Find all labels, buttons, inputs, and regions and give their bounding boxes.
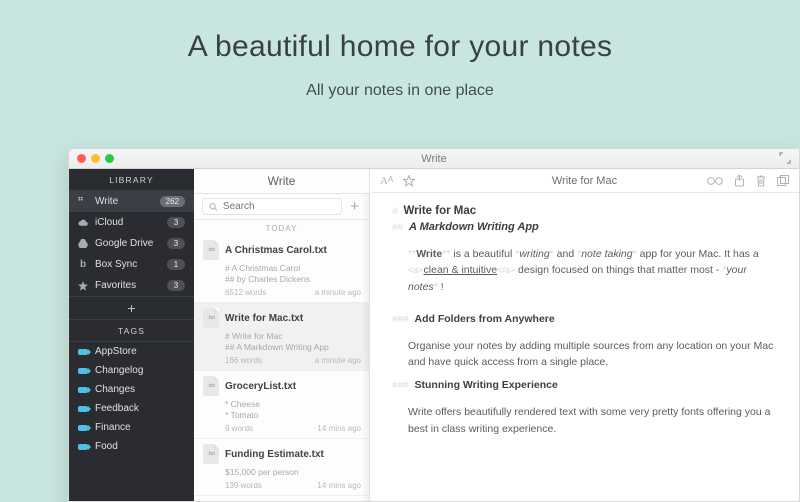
share-button[interactable] bbox=[734, 175, 745, 187]
sidebar-header-tags: TAGS bbox=[69, 320, 194, 342]
doc-paragraph: Organise your notes by adding multiple s… bbox=[392, 338, 779, 371]
notelist-header: Write bbox=[194, 169, 369, 194]
dropbox-icon bbox=[78, 197, 88, 207]
new-note-button[interactable]: + bbox=[348, 198, 361, 215]
note-preview: # A Christmas Carol## by Charles Dickens bbox=[225, 263, 361, 285]
tag-label: Food bbox=[95, 441, 185, 452]
doc-h2: A Markdown Writing App bbox=[409, 221, 539, 233]
notelist-section-today: TODAY bbox=[194, 220, 369, 235]
txt-file-icon: .txt bbox=[203, 240, 219, 260]
search-input[interactable] bbox=[223, 201, 335, 212]
drive-icon bbox=[78, 239, 88, 249]
tag-label: Feedback bbox=[95, 403, 185, 414]
tag-label: Changes bbox=[95, 384, 185, 395]
note-preview: # Write for Mac## A Markdown Writing App bbox=[225, 331, 361, 353]
titlebar: Write bbox=[69, 149, 799, 169]
cloud-icon bbox=[78, 218, 88, 228]
app-window: Write LIBRARY Write 262 iCloud 3 Google … bbox=[68, 148, 800, 502]
tag-item-changes[interactable]: Changes bbox=[69, 380, 194, 399]
txt-file-icon: .txt bbox=[203, 376, 219, 396]
tag-item-changelog[interactable]: Changelog bbox=[69, 361, 194, 380]
note-meta: 9 words14 mins ago bbox=[225, 424, 361, 433]
sidebar-badge: 1 bbox=[167, 259, 185, 270]
sidebar-item-label: Google Drive bbox=[95, 238, 160, 249]
fullscreen-icon[interactable] bbox=[779, 152, 791, 164]
sidebar-item-label: Write bbox=[95, 196, 153, 207]
view-mode-button[interactable] bbox=[707, 176, 723, 186]
sidebar-item-label: Favorites bbox=[95, 280, 160, 291]
tag-item-finance[interactable]: Finance bbox=[69, 418, 194, 437]
tag-label: AppStore bbox=[95, 346, 185, 357]
note-meta: 166 wordsa minute ago bbox=[225, 356, 361, 365]
markdown-h1-marker: # bbox=[392, 207, 398, 218]
sidebar-item-label: iCloud bbox=[95, 217, 160, 228]
sidebar-item-write[interactable]: Write 262 bbox=[69, 191, 194, 212]
editor-toolbar: AA Write for Mac bbox=[370, 169, 799, 193]
sidebar-item-favorites[interactable]: Favorites 3 bbox=[69, 275, 194, 296]
note-meta: 6512 wordsa minute ago bbox=[225, 288, 361, 297]
favorite-button[interactable] bbox=[403, 175, 415, 187]
note-preview: $15,000 per person bbox=[225, 467, 361, 478]
search-icon bbox=[209, 202, 218, 212]
sidebar-header-library: LIBRARY bbox=[69, 169, 194, 191]
note-title: Write for Mac.txt bbox=[225, 313, 303, 324]
note-preview: * Cheese* Tomato bbox=[225, 399, 361, 421]
doc-intro: **Write** is a beautiful *writing* and *… bbox=[392, 246, 779, 295]
tag-icon bbox=[78, 368, 88, 374]
tag-item-appstore[interactable]: AppStore bbox=[69, 342, 194, 361]
tag-icon bbox=[78, 406, 88, 412]
notelist-search-row: + bbox=[194, 194, 369, 220]
new-window-button[interactable] bbox=[777, 175, 789, 186]
trash-button[interactable] bbox=[756, 175, 766, 187]
sidebar-badge: 3 bbox=[167, 238, 185, 249]
note-list: Write + TODAY .txt A Christmas Carol.txt … bbox=[194, 169, 370, 501]
note-item[interactable]: .txt Funding Estimate.txt $15,000 per per… bbox=[194, 439, 369, 496]
doc-paragraph: Write offers beautifully rendered text w… bbox=[392, 404, 779, 437]
txt-file-icon: .txt bbox=[203, 444, 219, 464]
font-button[interactable]: AA bbox=[380, 175, 393, 187]
tag-label: Changelog bbox=[95, 365, 185, 376]
sidebar-item-google-drive[interactable]: Google Drive 3 bbox=[69, 233, 194, 254]
note-item[interactable]: .txt Write for Mac.txt # Write for Mac## … bbox=[194, 303, 369, 371]
note-item[interactable]: .txtMultimarkdown Support.txt bbox=[194, 496, 369, 501]
note-meta: 139 words14 mins ago bbox=[225, 481, 361, 490]
sidebar-item-icloud[interactable]: iCloud 3 bbox=[69, 212, 194, 233]
hero-subtitle: All your notes in one place bbox=[0, 82, 800, 100]
tag-item-feedback[interactable]: Feedback bbox=[69, 399, 194, 418]
tag-icon bbox=[78, 425, 88, 431]
sidebar-item-box-sync[interactable]: b Box Sync 1 bbox=[69, 254, 194, 275]
tag-item-food[interactable]: Food bbox=[69, 437, 194, 456]
search-input-wrapper[interactable] bbox=[202, 198, 342, 215]
doc-h3: Stunning Writing Experience bbox=[415, 379, 558, 391]
note-item[interactable]: .txt GroceryList.txt * Cheese* Tomato 9 w… bbox=[194, 371, 369, 439]
sidebar-add-button[interactable]: + bbox=[69, 296, 194, 320]
doc-h1: Write for Mac bbox=[404, 205, 477, 217]
sidebar: LIBRARY Write 262 iCloud 3 Google Drive … bbox=[69, 169, 194, 501]
markdown-h2-marker: ## bbox=[392, 223, 403, 234]
tag-icon bbox=[78, 349, 88, 355]
hero-title: A beautiful home for your notes bbox=[0, 0, 800, 64]
note-title: A Christmas Carol.txt bbox=[225, 245, 327, 256]
sidebar-badge: 262 bbox=[160, 196, 185, 207]
doc-h3: Add Folders from Anywhere bbox=[415, 313, 555, 325]
editor-pane: AA Write for Mac # Write for Mac ## A Mark… bbox=[370, 169, 799, 501]
note-title: Funding Estimate.txt bbox=[225, 449, 324, 460]
star-icon bbox=[78, 281, 88, 291]
sidebar-badge: 3 bbox=[167, 217, 185, 228]
txt-file-icon: .txt bbox=[203, 308, 219, 328]
box-icon: b bbox=[78, 260, 88, 270]
tag-icon bbox=[78, 444, 88, 450]
window-title: Write bbox=[69, 153, 799, 165]
tag-icon bbox=[78, 387, 88, 393]
note-item[interactable]: .txt A Christmas Carol.txt # A Christmas … bbox=[194, 235, 369, 303]
markdown-h3-marker: ### bbox=[392, 381, 409, 392]
editor-body[interactable]: #Write for Mac ##A Markdown Writing App … bbox=[370, 193, 799, 447]
markdown-h3-marker: ### bbox=[392, 315, 409, 326]
sidebar-badge: 3 bbox=[167, 280, 185, 291]
note-title: GroceryList.txt bbox=[225, 381, 296, 392]
tag-label: Finance bbox=[95, 422, 185, 433]
sidebar-item-label: Box Sync bbox=[95, 259, 160, 270]
